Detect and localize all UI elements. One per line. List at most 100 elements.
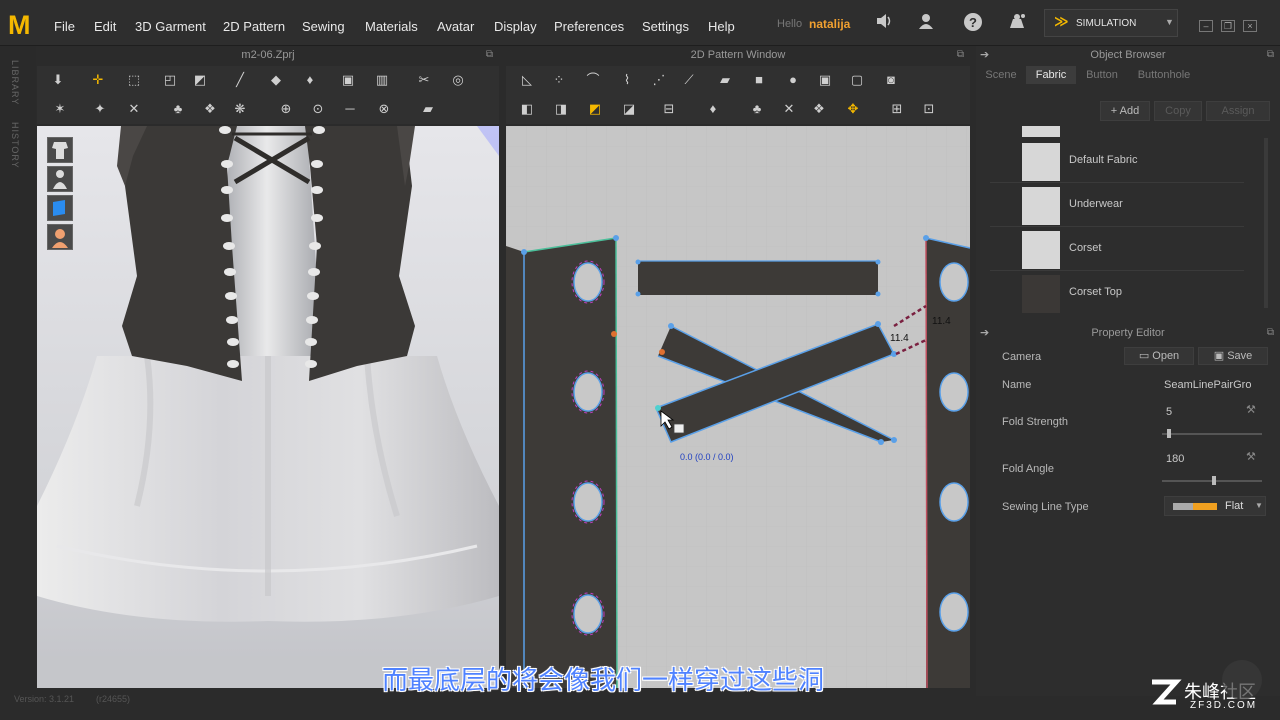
wrench-icon[interactable]: ⚒ (1246, 403, 1256, 416)
camera-open-button[interactable]: ▭ Open (1124, 347, 1194, 365)
menu-3d-garment[interactable]: 3D Garment (135, 19, 206, 34)
add-point-icon[interactable]: ⋰ (648, 70, 670, 90)
fold-angle-value[interactable]: 180 (1166, 453, 1184, 465)
circle-pattern-icon[interactable]: ● (782, 70, 804, 90)
buttonhole-2d-icon[interactable]: ✕ (778, 99, 800, 119)
close-button[interactable]: × (1243, 20, 1257, 32)
assign-fabric-button[interactable]: Assign (1206, 101, 1270, 121)
menu-avatar[interactable]: Avatar (437, 19, 474, 34)
menu-display[interactable]: Display (494, 19, 537, 34)
edit-sewing-icon[interactable]: ◩ (584, 99, 606, 119)
tab-button[interactable]: Button (1080, 66, 1124, 84)
restore-button[interactable]: ❐ (1221, 20, 1235, 32)
square-pattern-icon[interactable]: ■ (748, 70, 770, 90)
topstitch-icon[interactable]: ✥ (842, 99, 864, 119)
menu-2d-pattern[interactable]: 2D Pattern (223, 19, 285, 34)
internal-circle-icon[interactable]: ◙ (880, 70, 902, 90)
copy-fabric-button[interactable]: Copy (1154, 101, 1202, 121)
lock-icon[interactable]: ⊗ (373, 99, 395, 119)
lasso-icon[interactable]: ◩ (189, 70, 211, 90)
user-name[interactable]: natalija (809, 17, 850, 31)
show-garment-icon[interactable] (47, 137, 73, 163)
menu-edit[interactable]: Edit (94, 19, 116, 34)
buttonhole-icon[interactable]: ❖ (199, 99, 221, 119)
fold-angle-slider-knob[interactable] (1212, 476, 1216, 485)
fabric-list-scrollbar[interactable] (1264, 138, 1268, 308)
add-pin-icon[interactable]: ⊕ (275, 99, 297, 119)
top-lace-strip[interactable] (635, 259, 881, 297)
floating-action-button[interactable] (1222, 660, 1262, 700)
user-icon[interactable] (915, 12, 937, 34)
popout-icon[interactable]: ⧉ (957, 47, 964, 63)
edit-pattern-icon[interactable]: ⁘ (548, 70, 570, 90)
fit-icon[interactable]: ▥ (371, 70, 393, 90)
camera-save-button[interactable]: ▣ Save (1198, 347, 1268, 365)
menu-file[interactable]: File (54, 19, 75, 34)
trace-icon[interactable]: ♣ (746, 99, 768, 119)
garment-icon[interactable]: ♦ (299, 70, 321, 90)
flag-icon[interactable]: ▰ (417, 99, 439, 119)
collapse-arrow-icon[interactable]: ➔ (980, 325, 989, 341)
fold-strength-slider-knob[interactable] (1167, 429, 1171, 438)
gift-icon[interactable]: ▣ (337, 70, 359, 90)
collapse-arrow-icon[interactable]: ➔ (980, 47, 989, 63)
internal-rect-icon[interactable]: ▢ (846, 70, 868, 90)
library-tab[interactable]: LIBRARY (10, 60, 20, 105)
tab-scene[interactable]: Scene (980, 66, 1022, 84)
fold-strength-value[interactable]: 5 (1166, 406, 1172, 418)
fold-angle-slider[interactable] (1162, 476, 1262, 485)
fabric-item[interactable]: Corset Top (990, 271, 1244, 315)
popout-icon[interactable]: ⧉ (486, 47, 493, 63)
fabric-item[interactable]: Corset (990, 227, 1244, 271)
simulation-button[interactable]: ≫ SIMULATION ▼ (1044, 9, 1178, 37)
avatar-settings-icon[interactable] (1006, 12, 1028, 34)
select-mesh-icon[interactable]: ⬚ (123, 70, 145, 90)
tab-buttonhole[interactable]: Buttonhole (1128, 66, 1200, 84)
fold-strength-slider[interactable] (1162, 429, 1262, 438)
trim-icon[interactable]: ✦ (89, 99, 111, 119)
view3d-viewport[interactable] (37, 126, 499, 688)
edit-curvature-icon[interactable]: ⌇ (616, 70, 638, 90)
view2d-viewport[interactable]: 11.4 11.4 0.0 (0.0 / 0.0) (506, 126, 970, 688)
zipper-icon[interactable]: ❋ (229, 99, 251, 119)
button-2d-icon[interactable]: ♦ (702, 99, 724, 119)
check-sewing-icon[interactable]: ◪ (618, 99, 640, 119)
menu-help[interactable]: Help (708, 19, 735, 34)
zipper-2d-icon[interactable]: ❖ (808, 99, 830, 119)
menu-sewing[interactable]: Sewing (302, 19, 345, 34)
simulation-dropdown-icon[interactable]: ▼ (1165, 17, 1174, 27)
texture-view-icon[interactable] (47, 195, 73, 221)
box-select-icon[interactable]: ◰ (159, 70, 181, 90)
sewing-line-type-select[interactable]: Flat ▼ (1164, 496, 1266, 516)
speaker-icon[interactable] (873, 12, 895, 34)
tape-icon[interactable]: ◎ (447, 70, 469, 90)
popout-icon[interactable]: ⧉ (1267, 47, 1274, 63)
line-icon[interactable]: ─ (339, 99, 361, 119)
popout-icon[interactable]: ⧉ (1267, 325, 1274, 341)
circle-pin-icon[interactable]: ⊙ (307, 99, 329, 119)
curve-point-icon[interactable]: ⌒ (582, 70, 604, 90)
name-value[interactable]: SeamLinePairGro (1164, 379, 1251, 391)
fold-icon[interactable]: ◆ (265, 70, 287, 90)
wrench-icon[interactable]: ⚒ (1246, 450, 1256, 463)
menu-preferences[interactable]: Preferences (554, 19, 624, 34)
segment-sewing-icon[interactable]: ◧ (516, 99, 538, 119)
transform-icon[interactable]: ✛ (87, 70, 109, 90)
grid-select-icon[interactable]: ⊞ (886, 99, 908, 119)
internal-line-icon[interactable]: ⟋ (678, 70, 700, 90)
add-fabric-button[interactable]: + Add (1100, 101, 1150, 121)
pin-icon[interactable]: ╱ (229, 70, 251, 90)
select-move-icon[interactable]: ⬇ (47, 70, 69, 90)
tack-icon[interactable]: ⊟ (658, 99, 680, 119)
free-sewing-icon[interactable]: ◨ (550, 99, 572, 119)
avatar-skin-icon[interactable] (47, 224, 73, 250)
fabric-item[interactable]: Default Fabric (990, 139, 1244, 183)
polygon-icon[interactable]: ◺ (516, 70, 538, 90)
button-icon[interactable]: ♣ (167, 99, 189, 119)
minimize-button[interactable]: – (1199, 20, 1213, 32)
measure-icon[interactable]: ✕ (123, 99, 145, 119)
rectangle-pattern-icon[interactable]: ▰ (714, 70, 736, 90)
show-avatar-icon[interactable] (47, 166, 73, 192)
menu-settings[interactable]: Settings (642, 19, 689, 34)
scissors-icon[interactable]: ✂ (413, 70, 435, 90)
